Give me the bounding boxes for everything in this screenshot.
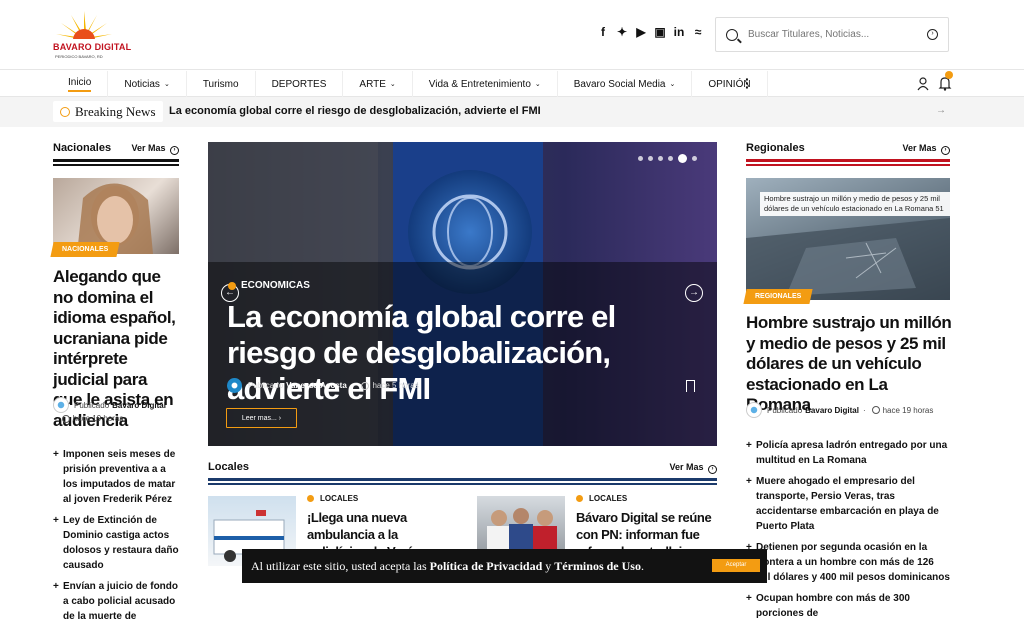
notification-dot (945, 71, 953, 79)
category-badge[interactable]: REGIONALES (743, 289, 813, 304)
nav-item-vida-entretenimiento[interactable]: Vida & Entretenimiento ⌄ (413, 71, 558, 97)
locales-headline-1[interactable]: ¡Llega una nueva ambulancia a la policlí… (307, 509, 457, 549)
nacionales-list: Imponen seis meses de prisión preventiva… (53, 447, 179, 630)
nav-item-arte[interactable]: ARTE ⌄ (343, 71, 413, 97)
nav-item-deportes[interactable]: DEPORTES (256, 71, 344, 97)
regionales-meta: Publicado Bavaro Digital · hace 19 horas (746, 402, 933, 418)
nav-item-inicio[interactable]: Inicio (53, 71, 109, 97)
accept-cookies-button[interactable]: Aceptar (712, 559, 760, 572)
locales-headline-2[interactable]: Bávaro Digital se reúne con PN: informan… (576, 509, 716, 549)
ver-mas-link[interactable]: Ver Mas › (131, 143, 179, 155)
locales-category-1[interactable]: LOCALES (307, 494, 358, 503)
cookie-message: Al utilizar este sitio, usted acepta las… (251, 559, 644, 573)
category-dot (228, 281, 236, 290)
nacionales-time: · hace 19 horas (53, 414, 124, 423)
search-box[interactable]: › (715, 17, 949, 52)
logo-tagline: PERIODICO BAVARO, RD (55, 54, 103, 59)
fire-icon (60, 106, 70, 117)
sun-logo-icon (53, 11, 115, 51)
regionales-header: Regionales Ver Mas › (746, 140, 950, 166)
locales-header: Locales Ver Mas › (208, 459, 717, 485)
category-badge[interactable]: NACIONALES (50, 242, 120, 257)
breaking-next-icon[interactable]: → (936, 105, 946, 116)
chevron-down-icon: ⌄ (534, 81, 541, 88)
slider-dot[interactable] (638, 156, 643, 161)
youtube-icon[interactable]: ▶ (636, 25, 646, 39)
slider-dot[interactable] (658, 156, 663, 161)
more-menu-icon[interactable]: · · · (745, 72, 750, 94)
author-avatar (227, 378, 242, 393)
list-item[interactable]: Policía apresa ladrón entregado por una … (746, 438, 950, 468)
chevron-down-icon: ⌄ (389, 81, 396, 88)
section-title: Regionales (746, 142, 805, 154)
chevron-down-icon: ⌄ (669, 81, 676, 88)
read-more-button[interactable]: Leer mas... › (226, 408, 297, 428)
list-item[interactable]: Ley de Extinción de Dominio castiga acto… (53, 513, 179, 573)
site-logo[interactable]: BAVARO DIGITAL PERIODICO BAVARO, RD (53, 9, 131, 61)
regionales-headline[interactable]: Hombre sustrajo un millón y medio de pes… (746, 313, 952, 416)
hero-meta: Publicado Vanessa Acosta · hace 5 horas (227, 378, 419, 393)
arrow-circle-icon: › (941, 146, 950, 155)
facebook-icon[interactable]: f (598, 25, 608, 39)
arrow-circle-icon: › (708, 465, 717, 474)
hero-slider[interactable]: ← → ECONOMICAS La economía global corre … (208, 142, 717, 446)
instagram-icon[interactable]: ▣ (654, 25, 665, 39)
clock-icon (61, 414, 70, 423)
slider-dot[interactable] (678, 154, 687, 163)
section-title: Locales (208, 461, 249, 473)
list-item[interactable]: Muere ahogado el empresario del transpor… (746, 474, 950, 534)
terms-link[interactable]: Términos de Uso (554, 559, 641, 573)
social-links: f ✦ ▶ ▣ in ≈ (598, 25, 703, 39)
site-header: BAVARO DIGITAL PERIODICO BAVARO, RD f ✦ ▶ ▣… (0, 0, 1024, 70)
main-nav: Inicio Noticias ⌄ Turismo DEPORTES ARTE ⌄ Vida … (0, 71, 1024, 97)
slider-dots (638, 154, 697, 163)
list-item[interactable]: Envían a juicio de fondo a cabo policial… (53, 579, 179, 624)
nacionales-author: Publicado Bavaro Digital (53, 397, 166, 413)
user-icon[interactable] (917, 77, 929, 91)
rss-icon[interactable]: ≈ (693, 25, 703, 39)
list-item[interactable]: Imponen seis meses de prisión preventiva… (53, 447, 179, 507)
list-item[interactable]: Ocupan hombre con más de 300 porciones d… (746, 591, 950, 621)
breaking-news-label: Breaking News (53, 101, 163, 122)
bookmark-icon[interactable] (686, 380, 695, 392)
logo-text: BAVARO DIGITAL (53, 42, 132, 52)
clock-icon (361, 381, 370, 390)
ver-mas-link[interactable]: Ver Mas › (902, 143, 950, 155)
slider-dot[interactable] (692, 156, 697, 161)
nav-item-opini-n[interactable]: OPINIÓN (692, 71, 768, 97)
nav-items: Inicio Noticias ⌄ Turismo DEPORTES ARTE ⌄ Vida … (53, 71, 768, 97)
search-input[interactable] (748, 29, 927, 40)
breaking-news-headline[interactable]: La economía global corre el riesgo de de… (169, 105, 541, 117)
twitter-icon[interactable]: ✦ (617, 25, 627, 39)
image-caption: Hombre sustrajo un millón y medio de pes… (760, 192, 950, 216)
linkedin-icon[interactable]: in (674, 25, 685, 39)
list-item[interactable]: Detienen por segunda ocasión en la front… (746, 540, 950, 585)
author-avatar (746, 402, 762, 418)
regionales-list: Policía apresa ladrón entregado por una … (746, 438, 950, 627)
nacionales-header: Nacionales Ver Mas › (53, 140, 179, 166)
nav-item-turismo[interactable]: Turismo (187, 71, 256, 97)
clock-icon (871, 406, 880, 414)
nav-item-bavaro-social-media[interactable]: Bavaro Social Media ⌄ (558, 71, 693, 97)
search-submit-icon[interactable]: › (927, 29, 938, 40)
privacy-policy-link[interactable]: Política de Privacidad (430, 559, 543, 573)
search-icon (726, 28, 738, 41)
breaking-news-bar: Breaking News La economía global corre e… (0, 97, 1024, 127)
ver-mas-link[interactable]: Ver Mas › (669, 462, 717, 474)
hero-category[interactable]: ECONOMICAS (228, 280, 310, 291)
regionales-image[interactable]: Hombre sustrajo un millón y medio de pes… (746, 178, 950, 300)
slider-dot[interactable] (648, 156, 653, 161)
arrow-circle-icon: › (170, 146, 179, 155)
locales-category-2[interactable]: LOCALES (576, 494, 627, 503)
chevron-down-icon: ⌄ (163, 81, 170, 88)
author-avatar (53, 397, 69, 413)
cookie-consent-bar: Al utilizar este sitio, usted acepta las… (242, 549, 767, 583)
slider-dot[interactable] (668, 156, 673, 161)
nav-item-noticias[interactable]: Noticias ⌄ (108, 71, 187, 97)
section-title: Nacionales (53, 142, 112, 154)
